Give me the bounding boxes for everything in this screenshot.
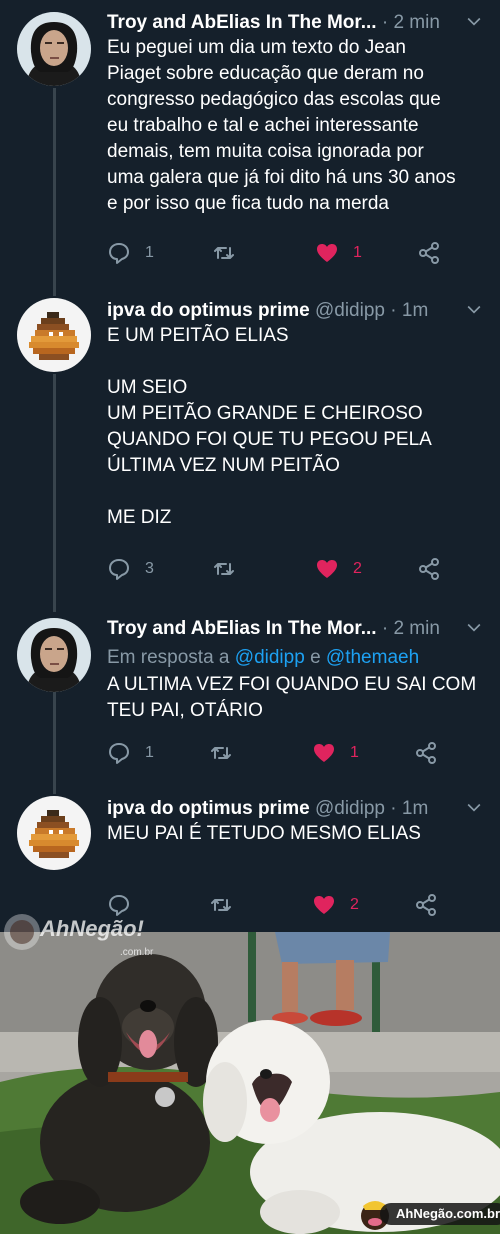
share-icon [419,242,439,264]
watermark-text: AhNegão! [40,916,144,941]
like-button[interactable]: 1 [312,738,359,768]
avatar[interactable] [17,796,91,870]
timestamp[interactable]: 1m [402,798,428,819]
tweet[interactable]: ipva do optimus prime @didipp · 1m E UM … [0,296,500,596]
heart-icon [317,244,337,262]
reply-count: 3 [145,560,154,577]
reply-icon [109,743,129,764]
share-icon [416,742,436,764]
author-name[interactable]: ipva do optimus prime [107,300,310,321]
dogs-photo [0,932,500,1234]
author-handle[interactable]: @didipp [315,300,385,321]
tweet[interactable]: Troy and AbElias In The Mor... · 2 min E… [0,8,500,278]
heart-icon [314,896,334,914]
retweet-button[interactable] [209,738,247,768]
like-count: 1 [350,744,359,761]
author-name[interactable]: Troy and AbElias In The Mor... [107,12,377,33]
like-count: 2 [353,560,362,577]
avatar[interactable] [17,298,91,372]
tweet-header: Troy and AbElias In The Mor... · 2 min [107,8,492,38]
tweet-header: Troy and AbElias In The Mor... · 2 min [107,614,492,644]
reply-count: 1 [145,244,154,261]
mention-link[interactable]: @didipp [235,647,305,668]
tweet-actions: 2 [107,890,492,920]
avatar[interactable] [17,618,91,692]
chevron-down-icon[interactable] [464,299,484,319]
timestamp[interactable]: 1m [402,300,428,321]
tweet-text: MEU PAI É TETUDO MESMO ELIAS [107,823,421,844]
tweet-text: A ULTIMA VEZ FOI QUANDO EU SAI COM TEU P… [107,674,477,721]
retweet-icon [211,747,231,759]
chevron-down-icon[interactable] [464,797,484,817]
tweet[interactable]: ipva do optimus prime @didipp · 1m MEU P… [0,794,500,924]
retweet-button[interactable] [212,238,250,268]
avatar[interactable] [17,12,91,86]
heart-icon [314,744,334,762]
tweet-text: Eu peguei um dia um texto do Jean Piaget… [107,37,456,214]
tweet-header: ipva do optimus prime @didipp · 1m [107,794,492,824]
retweet-icon [211,899,231,911]
author-name[interactable]: Troy and AbElias In The Mor... [107,618,377,639]
share-button[interactable] [414,738,438,768]
retweet-button[interactable] [209,890,247,920]
reply-icon [109,895,129,916]
reply-prefix: Em resposta a [107,647,230,668]
share-button[interactable] [414,890,438,920]
author-handle[interactable]: @didipp [315,798,385,819]
timestamp[interactable]: 2 min [393,12,439,33]
like-button[interactable]: 2 [312,890,359,920]
watermark-bottom-text: AhNegão.com.br [380,1203,500,1225]
chevron-down-icon[interactable] [464,11,484,31]
reply-context: Em resposta a @didipp e @themaeh [107,645,419,671]
tweet-text: E UM PEITÃO ELIAS UM SEIO UM PEITÃO GRAN… [107,325,432,528]
like-button[interactable]: 2 [315,554,362,584]
tweet-actions: 1 1 [107,238,492,268]
timestamp[interactable]: 2 min [393,618,439,639]
watermark-logo [4,914,40,950]
tweet-actions: 3 2 [107,554,492,584]
reply-button[interactable]: 3 [107,554,154,584]
mention-link[interactable]: @themaeh [326,647,419,668]
tweet[interactable]: Troy and AbElias In The Mor... · 2 min E… [0,614,500,784]
share-button[interactable] [417,238,441,268]
reply-button[interactable]: 1 [107,238,154,268]
heart-icon [317,560,337,578]
like-count: 2 [350,896,359,913]
like-count: 1 [353,244,362,261]
tweet-header: ipva do optimus prime @didipp · 1m [107,296,492,326]
author-name[interactable]: ipva do optimus prime [107,798,310,819]
chevron-down-icon[interactable] [464,617,484,637]
reply-icon [109,559,129,580]
reply-button[interactable]: 1 [107,738,154,768]
retweet-button[interactable] [212,554,250,584]
share-icon [416,894,436,916]
share-icon [419,558,439,580]
reply-icon [109,243,129,264]
reply-joiner: e [310,647,321,668]
like-button[interactable]: 1 [315,238,362,268]
retweet-icon [214,247,234,259]
tweet-thread: Troy and AbElias In The Mor... · 2 min E… [0,0,500,930]
reply-count: 1 [145,744,154,761]
share-button[interactable] [417,554,441,584]
watermark-subtext: .com.br [120,947,154,958]
retweet-icon [214,563,234,575]
tweet-actions: 1 1 [107,738,492,768]
